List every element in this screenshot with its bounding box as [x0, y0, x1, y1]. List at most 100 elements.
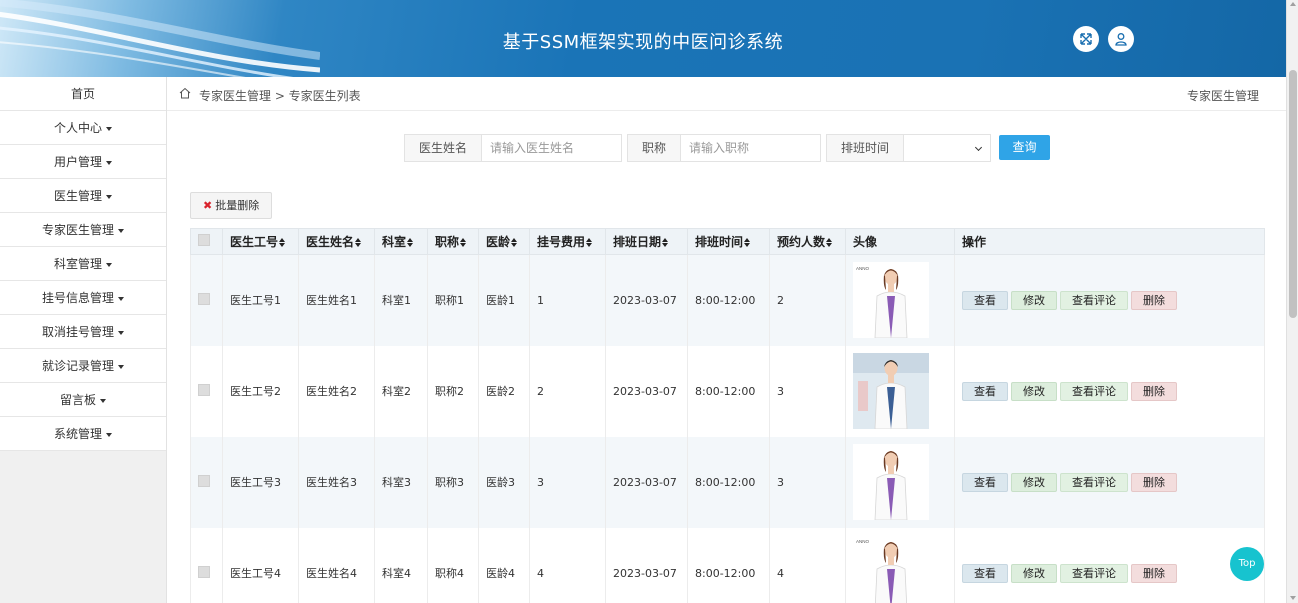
table-row[interactable]: 医生工号1 医生姓名1 科室1 职称1 医龄1 1 2023-03-07 8:00-12:00… — [190, 254, 1265, 346]
column-header-label: 头像 — [853, 235, 878, 249]
edit-button[interactable]: 修改 — [1011, 472, 1057, 492]
column-header[interactable]: 职称 — [427, 228, 479, 255]
view-comments-button[interactable]: 查看评论 — [1060, 563, 1128, 583]
cell-avatar: ANNO — [845, 254, 955, 346]
cell-dept: 科室2 — [374, 345, 428, 437]
cell-title: 职称2 — [427, 345, 479, 437]
scroll-down-icon[interactable] — [1290, 596, 1296, 600]
query-button[interactable]: 查询 — [999, 135, 1050, 160]
cell-name: 医生姓名1 — [298, 254, 375, 346]
page-scrollbar[interactable] — [1286, 0, 1298, 603]
fullscreen-button[interactable] — [1073, 26, 1099, 52]
scrollbar-thumb[interactable] — [1289, 70, 1297, 318]
column-header-label: 医生工号 — [230, 235, 279, 249]
sort-icon[interactable] — [355, 238, 362, 247]
sidebar-item-9[interactable]: 留言板 — [0, 383, 166, 417]
sidebar-item-label: 专家医生管理 — [41, 223, 114, 237]
sort-icon[interactable] — [460, 238, 467, 247]
sort-icon[interactable] — [511, 238, 518, 247]
doctor-name-input[interactable]: 请输入医生姓名 — [482, 134, 623, 162]
view-comments-button[interactable]: 查看评论 — [1060, 290, 1128, 310]
view-comments-button[interactable]: 查看评论 — [1060, 472, 1128, 492]
column-header[interactable]: 挂号费用 — [529, 228, 606, 255]
cell-age: 医龄4 — [478, 527, 530, 603]
back-to-top-button[interactable]: Top — [1230, 547, 1264, 581]
column-header[interactable]: 医生姓名 — [298, 228, 375, 255]
row-checkbox[interactable] — [198, 565, 210, 578]
view-comments-button[interactable]: 查看评论 — [1060, 381, 1128, 401]
sort-icon[interactable] — [279, 238, 286, 247]
column-header-label: 挂号费用 — [537, 235, 586, 249]
edit-button[interactable]: 修改 — [1011, 563, 1057, 583]
sidebar-item-8[interactable]: 就诊记录管理 — [0, 349, 166, 383]
cell-actions: 查看 修改 查看评论 删除 — [954, 436, 1265, 528]
view-button[interactable]: 查看 — [962, 290, 1008, 310]
scroll-up-icon[interactable] — [1290, 2, 1296, 6]
edit-button[interactable]: 修改 — [1011, 290, 1057, 310]
sidebar-item-6[interactable]: 挂号信息管理 — [0, 281, 166, 315]
table-row[interactable]: 医生工号3 医生姓名3 科室3 职称3 医龄3 3 2023-03-07 8:00-12:00… — [190, 436, 1265, 528]
breadcrumb: 专家医生管理 > 专家医生列表 专家医生管理 — [167, 77, 1286, 111]
column-header[interactable]: 医龄 — [478, 228, 530, 255]
sort-icon[interactable] — [662, 238, 669, 247]
home-icon[interactable] — [179, 87, 191, 99]
row-checkbox[interactable] — [198, 383, 210, 396]
cell-age: 医龄1 — [478, 254, 530, 346]
view-button[interactable]: 查看 — [962, 563, 1008, 583]
delete-button[interactable]: 删除 — [1131, 563, 1177, 583]
row-checkbox[interactable] — [198, 292, 210, 305]
breadcrumb-path: 专家医生管理 > 专家医生列表 — [199, 89, 361, 103]
close-icon: ✖ — [203, 199, 213, 212]
sidebar-item-1[interactable]: 个人中心 — [0, 111, 166, 145]
edit-button[interactable]: 修改 — [1011, 381, 1057, 401]
column-header: 操作 — [954, 228, 1265, 255]
sidebar-item-3[interactable]: 医生管理 — [0, 179, 166, 213]
sidebar-item-4[interactable]: 专家医生管理 — [0, 213, 166, 247]
table-header-row: 医生工号 医生姓名 科室 职称 医龄 挂号费用 排班日期 排班时间 预约人数 头像 操作 — [190, 228, 1265, 255]
column-header-label: 操作 — [962, 235, 987, 249]
column-header[interactable]: 医生工号 — [222, 228, 299, 255]
column-header[interactable]: 预约人数 — [769, 228, 846, 255]
cell-time: 8:00-12:00 — [687, 345, 770, 437]
delete-button[interactable]: 删除 — [1131, 472, 1177, 492]
table-row[interactable]: 医生工号2 医生姓名2 科室2 职称2 医龄2 2 2023-03-07 8:00-12:00… — [190, 345, 1265, 437]
column-header[interactable]: 科室 — [374, 228, 428, 255]
caret-down-icon — [106, 262, 112, 267]
cell-time: 8:00-12:00 — [687, 436, 770, 528]
svg-text:ANNO: ANNO — [856, 266, 870, 271]
row-select-cell — [190, 436, 223, 528]
chevron-down-icon — [974, 143, 983, 152]
column-header-label: 排班时间 — [695, 235, 744, 249]
sidebar-item-7[interactable]: 取消挂号管理 — [0, 315, 166, 349]
batch-delete-button[interactable]: ✖ 批量删除 — [190, 192, 273, 219]
select-all-checkbox[interactable] — [198, 234, 210, 246]
sort-icon[interactable] — [826, 238, 833, 247]
table-row[interactable]: 医生工号4 医生姓名4 科室4 职称4 医龄4 4 2023-03-07 8:00-12:00… — [190, 527, 1265, 603]
cell-title: 职称1 — [427, 254, 479, 346]
caret-down-icon — [106, 126, 112, 131]
sidebar-item-label: 就诊记录管理 — [41, 359, 114, 373]
column-header: 头像 — [845, 228, 955, 255]
sidebar-item-2[interactable]: 用户管理 — [0, 145, 166, 179]
view-button[interactable]: 查看 — [962, 381, 1008, 401]
sidebar-item-5[interactable]: 科室管理 — [0, 247, 166, 281]
view-button[interactable]: 查看 — [962, 472, 1008, 492]
delete-button[interactable]: 删除 — [1131, 381, 1177, 401]
title-input[interactable]: 请输入职称 — [681, 134, 822, 162]
user-button[interactable] — [1108, 26, 1134, 52]
cell-id: 医生工号2 — [222, 345, 299, 437]
column-header[interactable]: 排班日期 — [605, 228, 688, 255]
column-header[interactable]: 排班时间 — [687, 228, 770, 255]
sidebar-item-0[interactable]: 首页 — [0, 77, 166, 111]
cell-time: 8:00-12:00 — [687, 527, 770, 603]
sort-icon[interactable] — [586, 238, 593, 247]
user-icon — [1115, 33, 1127, 46]
delete-button[interactable]: 删除 — [1131, 290, 1177, 310]
doctor-name-search: 医生姓名 请输入医生姓名 — [404, 134, 623, 162]
row-checkbox[interactable] — [198, 474, 210, 487]
sort-icon[interactable] — [744, 238, 751, 247]
cell-date: 2023-03-07 — [605, 254, 688, 346]
sidebar-item-10[interactable]: 系统管理 — [0, 417, 166, 451]
schedule-time-select[interactable] — [904, 134, 992, 162]
sort-icon[interactable] — [407, 238, 414, 247]
